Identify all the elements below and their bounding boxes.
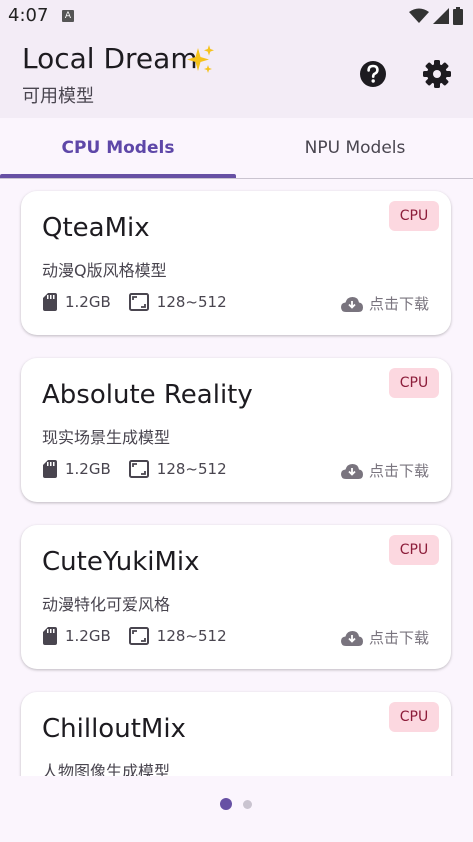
cloud-download-icon (340, 630, 363, 646)
cpu-badge: CPU (389, 535, 439, 565)
download-label: 点击下载 (368, 629, 429, 647)
cloud-download-icon (340, 296, 363, 312)
sparkles-icon (187, 45, 214, 73)
status-icons (409, 7, 463, 25)
sd-card-icon (43, 627, 57, 645)
download-button[interactable]: 点击下载 (340, 460, 429, 481)
model-size: 1.2GB (65, 293, 111, 311)
tab-cpu-models[interactable]: CPU Models (0, 118, 236, 178)
model-card-cuteyukimix[interactable]: CuteYukiMix 动漫特化可爱风格 CPU 1.2GB 128~512 点… (21, 525, 451, 669)
cpu-badge: CPU (389, 702, 439, 732)
app-title: Local Dream (22, 42, 198, 75)
model-meta: 1.2GB 128~512 (43, 293, 245, 311)
notification-badge-icon: A (62, 10, 74, 22)
download-label: 点击下载 (368, 462, 429, 480)
settings-button[interactable] (420, 57, 454, 91)
sd-card-icon (43, 460, 57, 478)
model-card-qteamix[interactable]: QteaMix 动漫Q版风格模型 CPU 1.2GB 128~512 点击下载 (21, 191, 451, 335)
cloud-download-icon (340, 463, 363, 479)
model-card-absolute-reality[interactable]: Absolute Reality 现实场景生成模型 CPU 1.2GB 128~… (21, 358, 451, 502)
download-button[interactable]: 点击下载 (340, 293, 429, 314)
model-name: ChilloutMix (42, 714, 186, 744)
battery-icon (453, 7, 463, 25)
model-meta: 1.2GB 128~512 (43, 627, 245, 645)
model-size: 1.2GB (65, 460, 111, 478)
model-resolution: 128~512 (156, 627, 227, 645)
app-subtitle: 可用模型 (22, 86, 94, 107)
model-resolution: 128~512 (156, 293, 227, 311)
model-name: QteaMix (42, 213, 150, 243)
cpu-badge: CPU (389, 368, 439, 398)
model-description: 动漫特化可爱风格 (42, 595, 171, 614)
model-description: 人物图像生成模型 (42, 762, 171, 776)
model-meta: 1.2GB 128~512 (43, 460, 245, 478)
model-list[interactable]: QteaMix 动漫Q版风格模型 CPU 1.2GB 128~512 点击下载 … (0, 179, 473, 776)
model-resolution: 128~512 (156, 460, 227, 478)
tab-npu-models[interactable]: NPU Models (237, 118, 473, 178)
aspect-ratio-icon (128, 627, 149, 645)
gear-icon (423, 60, 451, 88)
tab-indicator (0, 174, 236, 178)
help-button[interactable] (356, 57, 390, 91)
help-circle-icon (360, 61, 386, 87)
page-dot-inactive[interactable] (243, 800, 252, 809)
model-name: CuteYukiMix (42, 547, 200, 577)
page-dot-active[interactable] (220, 798, 232, 810)
signal-icon (433, 8, 449, 24)
sd-card-icon (43, 293, 57, 311)
page-indicator (0, 776, 473, 842)
model-card-chilloutmix[interactable]: ChilloutMix 人物图像生成模型 CPU (21, 692, 451, 776)
tab-label: CPU Models (61, 138, 175, 158)
download-button[interactable]: 点击下载 (340, 627, 429, 648)
wifi-icon (409, 8, 429, 23)
model-tabs: CPU Models NPU Models (0, 118, 473, 179)
aspect-ratio-icon (128, 293, 149, 311)
cpu-badge: CPU (389, 201, 439, 231)
model-size: 1.2GB (65, 627, 111, 645)
model-name: Absolute Reality (42, 380, 253, 410)
download-label: 点击下载 (368, 295, 429, 313)
tab-label: NPU Models (304, 138, 406, 158)
model-description: 动漫Q版风格模型 (42, 261, 167, 280)
status-bar: 4:07 A (0, 0, 473, 32)
status-time: 4:07 (8, 5, 49, 26)
app-bar: Local Dream 可用模型 (0, 32, 473, 118)
model-description: 现实场景生成模型 (42, 428, 171, 447)
aspect-ratio-icon (128, 460, 149, 478)
